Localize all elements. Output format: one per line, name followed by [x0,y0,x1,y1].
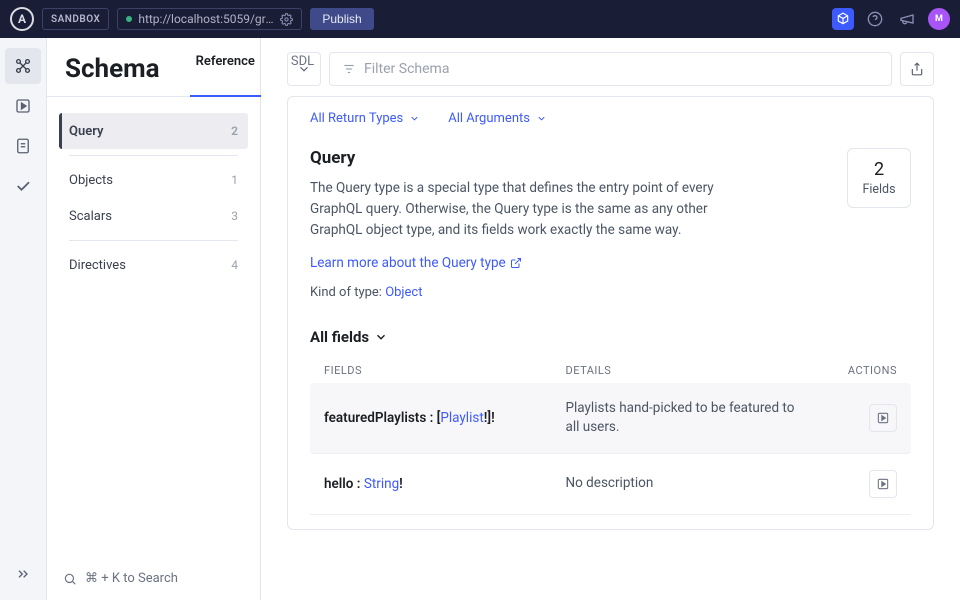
rail-schema-icon[interactable] [5,48,41,84]
sidebar-item-query[interactable]: Query 2 [59,113,248,149]
play-icon [876,411,890,425]
play-icon [876,477,890,491]
run-field-button[interactable] [869,404,897,432]
filter-icon [342,62,356,76]
learn-more-link[interactable]: Learn more about the Query type [310,255,522,271]
tab-sdl[interactable]: SDL [273,38,332,96]
field-signature: featuredPlaylists : [Playlist!]! [324,410,566,426]
endpoint-url: http://localhost:5059/graph [138,12,274,26]
field-row: featuredPlaylists : [Playlist!]! Playlis… [310,383,911,454]
field-row: hello : String! No description [310,454,911,515]
page-title: Schema [65,54,160,84]
topbar: A SANDBOX http://localhost:5059/graph Pu… [0,0,960,38]
kind-link[interactable]: Object [385,285,422,300]
export-icon [910,62,924,76]
field-detail: Playlists hand-picked to be featured to … [566,399,808,437]
main-panel: Filter Schema All Return Types All Argum… [261,38,960,600]
fields-count-badge: 2 Fields [847,148,911,208]
external-link-icon [510,257,522,269]
apollo-logo[interactable]: A [10,7,34,31]
export-button[interactable] [900,52,934,86]
sidebar-item-directives[interactable]: Directives 4 [59,247,248,283]
left-rail [0,38,47,600]
settings-icon[interactable] [280,13,293,26]
fields-table-header: FIELDS DETAILS ACTIONS [310,358,911,383]
type-description: The Query type is a special type that de… [310,178,740,241]
status-dot-icon [126,16,132,22]
kind-of-type: Kind of type: Object [310,285,740,300]
sandbox-chip[interactable]: SANDBOX [42,8,109,30]
sidebar-item-scalars[interactable]: Scalars 3 [59,198,248,234]
sidebar: Schema Reference SDL Query 2 Objects 1 S… [47,38,261,600]
type-title: Query [310,148,740,168]
rail-diff-icon[interactable] [5,128,41,164]
type-link[interactable]: Playlist [440,410,483,426]
filter-schema-input[interactable]: Filter Schema [329,52,892,86]
rail-expand-icon[interactable] [5,556,41,592]
graph-icon[interactable] [832,8,854,30]
filter-return-types[interactable]: All Return Types [310,111,420,126]
tab-reference[interactable]: Reference [178,38,273,96]
megaphone-icon[interactable] [896,8,918,30]
chevron-down-icon [536,113,547,124]
help-icon[interactable] [864,8,886,30]
rail-explorer-icon[interactable] [5,88,41,124]
user-avatar[interactable]: M [928,8,950,30]
chevron-down-icon [409,113,420,124]
endpoint-url-box[interactable]: http://localhost:5059/graph [117,8,302,30]
chevron-down-icon [374,330,388,344]
type-link[interactable]: String [364,476,399,492]
filter-arguments[interactable]: All Arguments [448,111,547,126]
field-detail: No description [566,474,808,493]
rail-checks-icon[interactable] [5,168,41,204]
field-signature: hello : String! [324,476,566,492]
search-shortcut[interactable]: ⌘ + K to Search [47,557,260,600]
run-field-button[interactable] [869,470,897,498]
sidebar-item-objects[interactable]: Objects 1 [59,162,248,198]
all-fields-toggle[interactable]: All fields [310,328,911,346]
publish-button[interactable]: Publish [310,8,373,30]
search-icon [63,572,77,586]
